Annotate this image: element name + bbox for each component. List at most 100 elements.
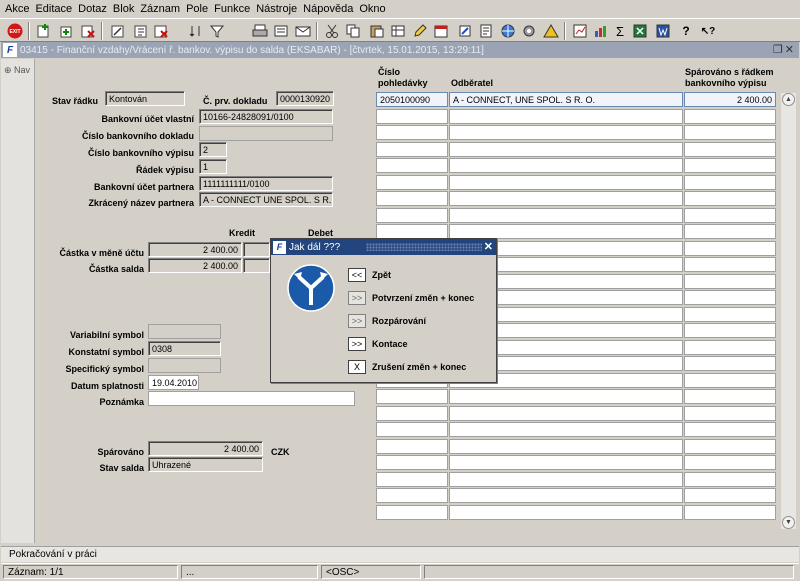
context-help-icon[interactable]: ↖? [700, 23, 716, 39]
grid-cell-odberatel[interactable] [449, 439, 683, 454]
grid-cell-sparovano[interactable] [684, 340, 776, 355]
window-restore-close-icon[interactable]: ❐✕ [773, 43, 796, 56]
grid-cell-sparovano[interactable] [684, 389, 776, 404]
cislo-bankovniho-vypisu-field[interactable]: 2 [199, 142, 227, 157]
delete-record-icon[interactable] [80, 23, 96, 39]
grid-cell-sparovano[interactable] [684, 208, 776, 223]
edit-icon[interactable] [412, 23, 428, 39]
grid-cell-odberatel[interactable] [449, 488, 683, 503]
grid-cell-odberatel[interactable] [449, 208, 683, 223]
grid-cell-cislo[interactable] [376, 472, 448, 487]
grid-cell-cislo[interactable] [376, 406, 448, 421]
scroll-down-icon[interactable]: ▼ [782, 516, 795, 529]
grid-cell-cislo[interactable] [376, 439, 448, 454]
table-icon[interactable] [390, 23, 406, 39]
menu-dotaz[interactable]: Dotaz [75, 3, 110, 15]
grid-cell-cislo[interactable] [376, 142, 448, 157]
grid-cell-odberatel[interactable] [449, 472, 683, 487]
stav-salda-field[interactable]: Uhrazené [148, 457, 263, 472]
grid-cell-odberatel[interactable] [449, 158, 683, 173]
grid-cell-sparovano[interactable] [684, 472, 776, 487]
castka-salda-kredit[interactable]: 2 400.00 [148, 258, 242, 273]
castka-v-mene-uctu-kredit[interactable]: 2 400.00 [148, 242, 242, 257]
menu-nastroje[interactable]: Nástroje [253, 3, 300, 15]
grid-cell-odberatel[interactable] [449, 505, 683, 520]
grid-cell-cislo[interactable] [376, 208, 448, 223]
sum-icon[interactable]: Σ [612, 23, 628, 39]
grid-cell-sparovano[interactable] [684, 323, 776, 338]
grid-cell-sparovano[interactable] [684, 373, 776, 388]
grid-cell-cislo[interactable] [376, 191, 448, 206]
cislo-bankovniho-dokladu-field[interactable] [199, 126, 333, 141]
grid-cell-odberatel[interactable] [449, 109, 683, 124]
filter-icon[interactable] [209, 23, 225, 39]
grid-cell-cislo[interactable] [376, 389, 448, 404]
grid-cell-cislo[interactable]: 2050100090 [376, 92, 448, 107]
kontace-button[interactable]: >> [348, 337, 366, 351]
document-icon[interactable] [478, 23, 494, 39]
menu-editace[interactable]: Editace [32, 3, 75, 15]
grid-cell-sparovano[interactable] [684, 175, 776, 190]
grid-cell-cislo[interactable] [376, 505, 448, 520]
zruseni-button[interactable]: X [348, 360, 366, 374]
cut-icon[interactable] [324, 23, 340, 39]
grid-cell-cislo[interactable] [376, 158, 448, 173]
datum-splatnosti-field[interactable]: 19.04.2010 [148, 375, 199, 390]
sort-icon[interactable] [188, 23, 204, 39]
grid-cell-odberatel[interactable] [449, 455, 683, 470]
grid-cell-sparovano[interactable] [684, 505, 776, 520]
grid-cell-odberatel[interactable] [449, 175, 683, 190]
grid-cell-odberatel[interactable] [449, 191, 683, 206]
bankovni-ucet-partnera-field[interactable]: 1111111111/0100 [199, 176, 333, 191]
grid-cell-sparovano[interactable] [684, 109, 776, 124]
grid-cell-sparovano[interactable] [684, 455, 776, 470]
grid-cell-cislo[interactable] [376, 488, 448, 503]
paste-icon[interactable] [369, 23, 385, 39]
grid-cell-cislo[interactable] [376, 109, 448, 124]
bankovni-ucet-vlastni-field[interactable]: 10166-24828091/0100 [199, 109, 333, 124]
specificky-symbol-field[interactable] [148, 358, 221, 373]
rozparovani-button[interactable]: >> [348, 314, 366, 328]
stav-radku-field[interactable]: Kontován [105, 91, 185, 106]
grid-cell-sparovano[interactable] [684, 158, 776, 173]
help-icon[interactable]: ? [678, 23, 694, 39]
grid-cell-cislo[interactable] [376, 422, 448, 437]
grid-cell-sparovano[interactable] [684, 224, 776, 239]
menu-akce[interactable]: Akce [2, 3, 32, 15]
dialog-close-icon[interactable]: ✕ [484, 240, 493, 253]
grid-cell-sparovano[interactable] [684, 422, 776, 437]
calendar-icon[interactable] [433, 23, 449, 39]
zkraceny-nazev-partnera-field[interactable]: A - CONNECT UNE SPOL. S R. O. [199, 192, 333, 207]
grid-cell-sparovano[interactable] [684, 307, 776, 322]
export-icon[interactable] [273, 23, 289, 39]
grid-cell-odberatel[interactable] [449, 125, 683, 140]
menu-zaznam[interactable]: Záznam [137, 3, 183, 15]
menu-blok[interactable]: Blok [110, 3, 137, 15]
grid-cell-odberatel[interactable] [449, 224, 683, 239]
grid-cell-odberatel[interactable]: A - CONNECT, UNE SPOL. S R. O. [449, 92, 683, 107]
grid-cell-cislo[interactable] [376, 455, 448, 470]
grid-cell-sparovano[interactable] [684, 406, 776, 421]
query-run-icon[interactable] [133, 23, 149, 39]
mail-icon[interactable] [295, 23, 311, 39]
zpet-button[interactable]: << [348, 268, 366, 282]
grid-cell-cislo[interactable] [376, 125, 448, 140]
grid-cell-odberatel[interactable] [449, 389, 683, 404]
copy-record-icon[interactable] [58, 23, 74, 39]
grid-cell-sparovano[interactable] [684, 142, 776, 157]
grid-cell-sparovano[interactable] [684, 356, 776, 371]
grid-cell-sparovano[interactable] [684, 274, 776, 289]
castka-v-mene-uctu-debet[interactable] [243, 242, 270, 257]
c-prv-dokladu-field[interactable]: 0000130920 [276, 91, 334, 106]
menu-okno[interactable]: Okno [356, 3, 388, 15]
grid-cell-odberatel[interactable] [449, 142, 683, 157]
tools-icon[interactable] [457, 23, 473, 39]
grid-scrollbar[interactable]: ▲ ▼ [781, 93, 796, 529]
grid-cell-sparovano[interactable] [684, 241, 776, 256]
globe-icon[interactable] [500, 23, 516, 39]
warning-icon[interactable] [543, 23, 559, 39]
grid-cell-sparovano[interactable] [684, 257, 776, 272]
grid-cell-sparovano[interactable] [684, 488, 776, 503]
grid-cell-sparovano[interactable] [684, 439, 776, 454]
excel-icon[interactable] [632, 23, 648, 39]
